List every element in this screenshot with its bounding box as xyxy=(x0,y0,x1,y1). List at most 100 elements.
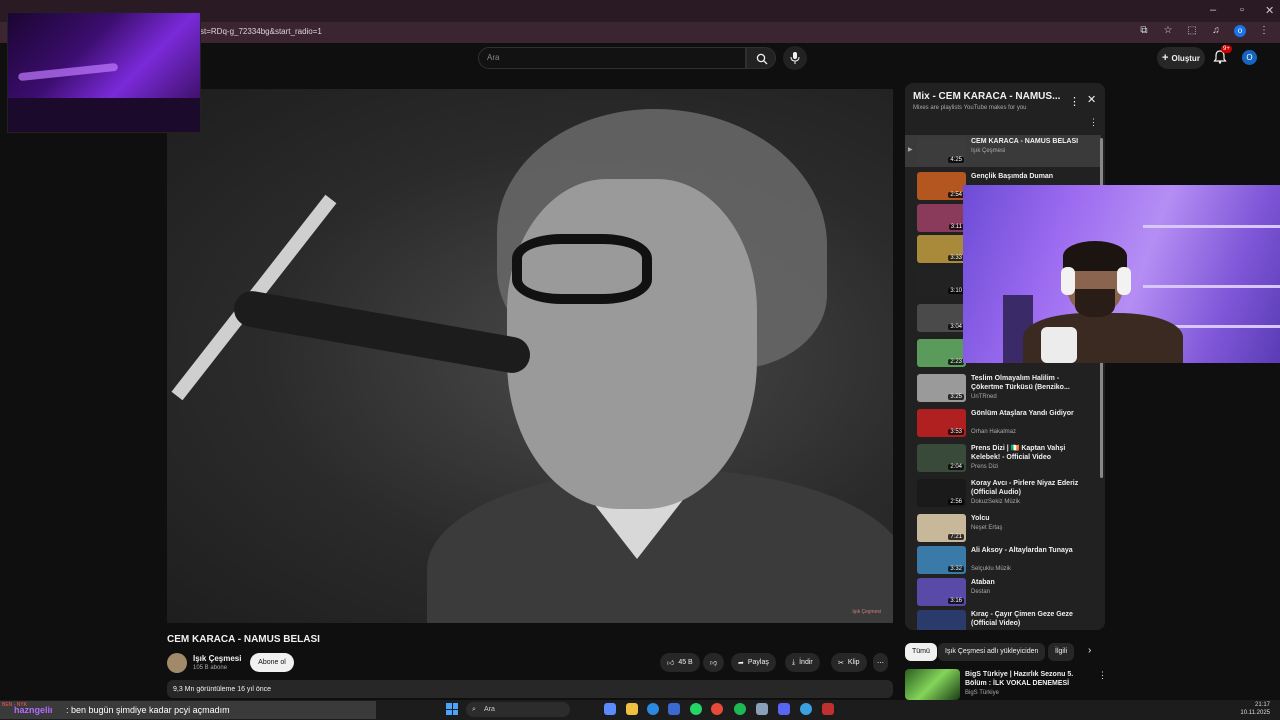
windows-start-icon[interactable] xyxy=(446,703,458,715)
maximize-icon[interactable]: ▫ xyxy=(1240,4,1244,16)
chat-username: hazngeliı xyxy=(14,705,53,715)
playlist-menu-icon[interactable]: ⋮ xyxy=(1069,95,1080,108)
search-input[interactable]: Ara xyxy=(478,47,746,69)
subscribe-button[interactable]: Abone ol xyxy=(250,653,294,672)
playlist-item[interactable]: 3:25 Teslim Olmayalım Halilim - Çökertme … xyxy=(905,372,1101,404)
copilot-icon[interactable] xyxy=(604,703,616,715)
playlist-item-thumbnail[interactable]: 3:16 xyxy=(917,578,966,606)
subscriber-count: 105 B abone xyxy=(193,665,228,671)
playlist-item-artist: Selçuklu Müzik xyxy=(971,566,1012,572)
video-player[interactable]: Işık Çeşmesi xyxy=(167,89,893,623)
menu-icon[interactable]: ⋮ xyxy=(1258,25,1270,37)
playlist-item-duration: 7:21 xyxy=(948,534,964,540)
clock-time: 21:17 xyxy=(1254,702,1270,708)
taskbar-search[interactable]: ⌕ Ara xyxy=(466,702,570,717)
spotify-icon[interactable] xyxy=(734,703,746,715)
create-label: Oluştur xyxy=(1171,53,1200,63)
shelf xyxy=(1143,225,1280,228)
download-button[interactable]: ⤓ İndir xyxy=(785,653,820,672)
recommendation-title[interactable]: BigS Türkiye | Hazırlık Sezonu 5. Bölüm … xyxy=(965,670,1095,688)
install-icon[interactable]: ⧉ xyxy=(1138,25,1150,37)
more-horizontal-icon: ⋯ xyxy=(877,659,884,667)
chip-all[interactable]: Tümü xyxy=(905,643,937,661)
bookmark-star-icon[interactable]: ☆ xyxy=(1162,25,1174,37)
close-icon[interactable]: ✕ xyxy=(1087,93,1096,106)
playlist-item-thumbnail[interactable]: 7:21 xyxy=(917,514,966,542)
profile-icon[interactable]: o xyxy=(1234,25,1246,37)
playlist-item-thumbnail[interactable]: 2:56 xyxy=(917,479,966,507)
playlist-item-thumbnail[interactable]: 3:53 xyxy=(917,409,966,437)
playlist-item-thumbnail[interactable]: 3:33 xyxy=(917,235,966,263)
playlist-item-duration: 3:33 xyxy=(948,255,964,261)
dislike-button[interactable]: 👎︎ xyxy=(703,653,725,672)
clip-button[interactable]: ✂ Klip xyxy=(831,653,867,672)
discord-icon[interactable] xyxy=(778,703,790,715)
playlist-item[interactable]: 2:04 Prens Dizi | 🇮🇪 Kaptan Vahşi Kelebek… xyxy=(905,442,1101,474)
search-button[interactable] xyxy=(746,47,776,69)
playlist-item-thumbnail[interactable]: 3:11 xyxy=(917,204,966,232)
playlist-item[interactable]: 7:21 Yolcu Neşet Ertaş xyxy=(905,512,1101,544)
playlist-item-thumbnail[interactable]: 2:04 xyxy=(917,444,966,472)
account-avatar[interactable]: O xyxy=(1242,50,1257,65)
playlist-item-title: Ali Aksoy - Altaylardan Tunaya xyxy=(971,547,1073,554)
playlist-item-thumbnail[interactable]: 3:04 xyxy=(917,304,966,332)
playlist-item-duration: 3:10 xyxy=(948,288,964,294)
voice-search-button[interactable] xyxy=(783,46,807,70)
headset-icon xyxy=(1117,267,1131,295)
channel-name[interactable]: Işık Çeşmesi xyxy=(193,654,241,663)
chevron-right-icon[interactable]: › xyxy=(1088,645,1091,656)
recommendation-thumbnail[interactable] xyxy=(905,669,960,700)
playlist-item[interactable]: 3:10 Kıraç - Çayır Çimen Geze Geze (Offic… xyxy=(905,608,1101,630)
whatsapp-icon[interactable] xyxy=(690,703,702,715)
chrome-icon[interactable] xyxy=(711,703,723,715)
streamer-beard xyxy=(1075,289,1115,317)
share-button[interactable]: ➦ Paylaş xyxy=(731,653,776,672)
url-text[interactable]: st=RDq-g_72334bg&start_radio=1 xyxy=(200,27,322,36)
share-label: Paylaş xyxy=(747,659,769,666)
playlist-item-thumbnail[interactable]: 3:25 xyxy=(917,374,966,402)
chip-from-uploader[interactable]: Işık Çeşmesi adlı yükleyiciden xyxy=(938,643,1046,661)
taskbar-clock[interactable]: 21:17 10.11.2025 xyxy=(1240,701,1270,717)
recommendation-menu-icon[interactable]: ⋮ xyxy=(1098,670,1107,681)
more-actions-button[interactable]: ⋯ xyxy=(873,653,888,672)
playlist-item-thumbnail[interactable]: 2:54 xyxy=(917,172,966,200)
taskbar-search-label: Ara xyxy=(484,706,495,713)
playlist-item[interactable]: 2:56 Koray Avcı - Pirlere Niyaz Ederiz (O… xyxy=(905,477,1101,509)
playlist-item-thumbnail[interactable]: 3:32 xyxy=(917,546,966,574)
minimize-icon[interactable]: – xyxy=(1210,4,1216,16)
browser-icon[interactable] xyxy=(800,703,812,715)
webcam-overlay-streamer xyxy=(963,185,1280,363)
create-button[interactable]: + Oluştur xyxy=(1157,47,1205,69)
edge-icon[interactable] xyxy=(647,703,659,715)
playlist-item-duration: 2:23 xyxy=(948,359,964,365)
chip-related[interactable]: İlgili xyxy=(1048,643,1075,661)
playlist-title[interactable]: Mix - CEM KARACA - NAMUS... xyxy=(913,91,1060,102)
playlist-item-artist: DokuzSekiz Müzik xyxy=(971,499,1021,505)
playlist-item-duration: 3:11 xyxy=(948,224,964,230)
playlist-item[interactable]: 3:16 Ataban Destan xyxy=(905,576,1101,608)
store-icon[interactable] xyxy=(668,703,680,715)
settings-icon[interactable] xyxy=(756,703,768,715)
channel-avatar[interactable] xyxy=(167,653,187,673)
extensions-icon[interactable]: ⬚ xyxy=(1186,25,1198,37)
like-button[interactable]: 👍︎ 45 B xyxy=(660,653,700,672)
chat-overlay: BEN - NYK hazngeliı : ben bugün şimdiye … xyxy=(0,701,376,719)
now-playing-icon: ▶ xyxy=(908,147,913,153)
description-box[interactable]: 9,3 Mn görüntüleme 16 yıl önce xyxy=(167,680,893,698)
streamer-microphone xyxy=(1041,327,1077,363)
playlist-item-thumbnail[interactable]: 2:23 xyxy=(917,339,966,367)
file-explorer-icon[interactable] xyxy=(626,703,638,715)
playlist-item-artist: Prens Dizi xyxy=(971,464,999,470)
playlist-item-thumbnail[interactable]: 3:10 xyxy=(917,268,966,296)
playlist-item-thumbnail[interactable]: 4:25 xyxy=(917,137,966,165)
playlist-options-icon[interactable]: ⋮ xyxy=(1089,117,1098,128)
app-icon[interactable] xyxy=(822,703,834,715)
room-desk xyxy=(8,98,200,132)
playlist-item-thumbnail[interactable]: 3:10 xyxy=(917,610,966,630)
playlist-item[interactable]: 3:53 Gönlüm Ataşlara Yandı Gidiyor Orhan H… xyxy=(905,407,1101,439)
recommendation-channel[interactable]: BigS Türkiye xyxy=(965,690,999,696)
media-icon[interactable]: ♫ xyxy=(1210,25,1222,37)
playlist-item[interactable]: ▶ 4:25 CEM KARACA - NAMUS BELASI Işık Çeşme… xyxy=(905,135,1101,167)
close-window-icon[interactable]: ✕ xyxy=(1265,4,1274,17)
playlist-item[interactable]: 3:32 Ali Aksoy - Altaylardan Tunaya Selçuk… xyxy=(905,544,1101,576)
